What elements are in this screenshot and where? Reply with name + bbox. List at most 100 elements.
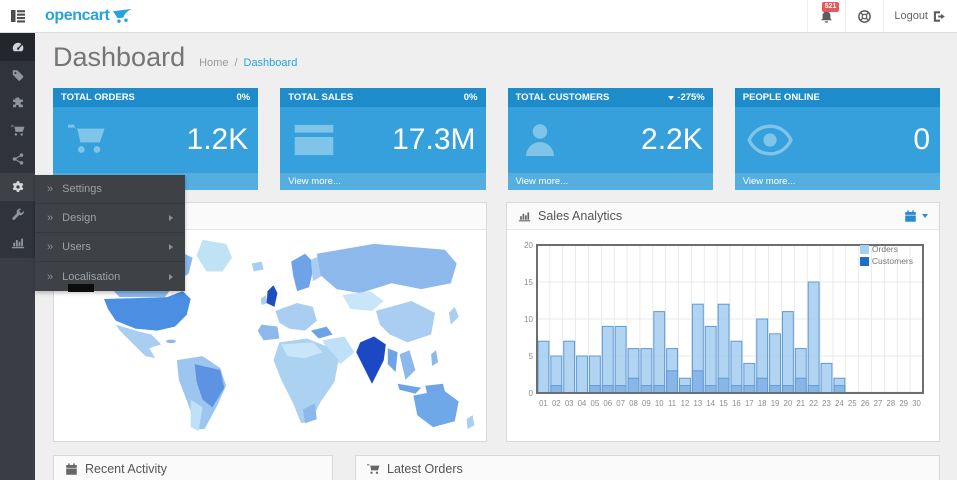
bottom-panels-row: Recent Activity Latest Orders [53, 455, 940, 480]
tile-title: PEOPLE ONLINE [743, 92, 820, 103]
svg-text:26: 26 [861, 399, 870, 408]
svg-text:09: 09 [642, 399, 651, 408]
dashboard-icon [11, 40, 25, 54]
chevron-right-icon [169, 244, 173, 250]
breadcrumb-home[interactable]: Home [199, 57, 228, 69]
sidebar-item-dashboard[interactable] [0, 33, 35, 61]
svg-text:08: 08 [629, 399, 638, 408]
tile-value: 17.3M [392, 123, 475, 157]
svg-text:24: 24 [835, 399, 844, 408]
svg-text:20: 20 [784, 399, 793, 408]
breadcrumb: Home / Dashboard [199, 57, 297, 69]
flyout-item-settings[interactable]: » Settings [35, 175, 185, 204]
chevron-right-icon [169, 215, 173, 221]
tile-badge: 0% [464, 92, 478, 103]
view-more-link[interactable]: View more... [508, 173, 713, 190]
opencart-logo[interactable]: opencart [35, 0, 145, 32]
tile-total-sales: TOTAL SALES 0% 17.3M View more... [280, 88, 485, 190]
tile-value: 2.2K [641, 123, 703, 157]
flyout-item-localisation[interactable]: » Localisation [35, 262, 185, 291]
breadcrumb-current[interactable]: Dashboard [244, 57, 298, 69]
sidebar-toggle-button[interactable] [0, 0, 35, 32]
flyout-scroll-notch [68, 284, 94, 292]
date-range-dropdown[interactable] [904, 210, 928, 223]
system-flyout-menu: » Settings » Design » Users » Localisati… [35, 175, 185, 291]
shopping-cart-icon [11, 124, 25, 138]
double-chevron-icon: » [47, 271, 53, 283]
sidebar-item-reports[interactable] [0, 229, 35, 257]
storefront-button[interactable] [845, 0, 883, 32]
recent-activity-panel: Recent Activity [53, 455, 333, 480]
topbar-actions: 521 Logout [807, 0, 957, 32]
sales-analytics-heading: Sales Analytics [507, 203, 939, 230]
svg-text:03: 03 [565, 399, 574, 408]
svg-text:10: 10 [524, 315, 533, 324]
svg-text:15: 15 [719, 399, 728, 408]
middle-panels-row: Sales Analytics 010203040506070809101112… [53, 202, 940, 442]
svg-text:17: 17 [745, 399, 754, 408]
shopping-cart-icon [65, 121, 109, 159]
legend-customers: Customers [860, 256, 913, 266]
calendar-icon [65, 463, 78, 476]
notifications-button[interactable]: 521 [807, 0, 845, 32]
svg-text:22: 22 [809, 399, 818, 408]
menu-toggle-icon [10, 9, 26, 23]
wrench-icon [11, 208, 25, 222]
svg-text:15: 15 [524, 278, 533, 287]
logout-button[interactable]: Logout [883, 0, 957, 32]
tile-badge: 0% [237, 92, 251, 103]
svg-text:11: 11 [668, 399, 676, 408]
sidebar-item-catalog[interactable] [0, 61, 35, 89]
panel-title: Recent Activity [85, 462, 167, 476]
svg-text:06: 06 [603, 399, 612, 408]
top-bar: opencart 521 [0, 0, 957, 33]
bar-chart-icon [518, 210, 531, 223]
sidebar-item-sales[interactable] [0, 117, 35, 145]
tile-total-customers: TOTAL CUSTOMERS -275% 2.2K View more... [508, 88, 713, 190]
flyout-item-users[interactable]: » Users [35, 233, 185, 262]
sidebar-item-marketing[interactable] [0, 145, 35, 173]
svg-text:25: 25 [848, 399, 857, 408]
svg-text:29: 29 [899, 399, 908, 408]
legend-orders: Orders [860, 244, 913, 254]
tile-value: 1.2K [187, 123, 249, 157]
bar-chart-icon [11, 236, 25, 250]
caret-down-icon [922, 214, 928, 218]
tile-title: TOTAL SALES [288, 92, 353, 103]
sidebar-item-extensions[interactable] [0, 89, 35, 117]
view-more-link[interactable]: View more... [280, 173, 485, 190]
svg-text:07: 07 [616, 399, 625, 408]
stat-tiles-row: TOTAL ORDERS 0% 1.2K View more... TOTAL … [53, 88, 940, 190]
shopping-cart-icon [367, 463, 380, 476]
page-header: Dashboard Home / Dashboard [35, 33, 957, 73]
breadcrumb-separator: / [234, 57, 237, 69]
sidebar-item-system[interactable] [0, 173, 35, 201]
sidebar-item-tools[interactable] [0, 201, 35, 229]
svg-text:12: 12 [681, 399, 690, 408]
svg-text:30: 30 [912, 399, 921, 408]
latest-orders-panel: Latest Orders [355, 455, 940, 480]
svg-text:19: 19 [771, 399, 780, 408]
opencart-cart-icon [113, 9, 135, 24]
recent-activity-heading: Recent Activity [54, 456, 332, 480]
user-icon [520, 120, 560, 160]
svg-text:28: 28 [886, 399, 895, 408]
tile-badge: -275% [668, 92, 704, 103]
double-chevron-icon: » [47, 241, 53, 253]
flyout-item-design[interactable]: » Design [35, 204, 185, 233]
svg-text:14: 14 [706, 399, 715, 408]
tile-title: TOTAL ORDERS [61, 92, 135, 103]
svg-text:16: 16 [732, 399, 741, 408]
svg-text:5: 5 [529, 352, 534, 361]
puzzle-piece-icon [11, 96, 25, 110]
panel-title: Latest Orders [387, 462, 463, 476]
view-more-link[interactable]: View more... [735, 173, 940, 190]
customers-swatch [860, 257, 869, 266]
double-chevron-icon: » [47, 212, 53, 224]
sign-out-icon [933, 10, 947, 23]
sidebar-navigation [0, 33, 35, 480]
latest-orders-heading: Latest Orders [356, 456, 939, 480]
sales-analytics-panel: Sales Analytics 010203040506070809101112… [506, 202, 940, 442]
tag-icon [11, 68, 25, 82]
calendar-icon [904, 210, 917, 223]
